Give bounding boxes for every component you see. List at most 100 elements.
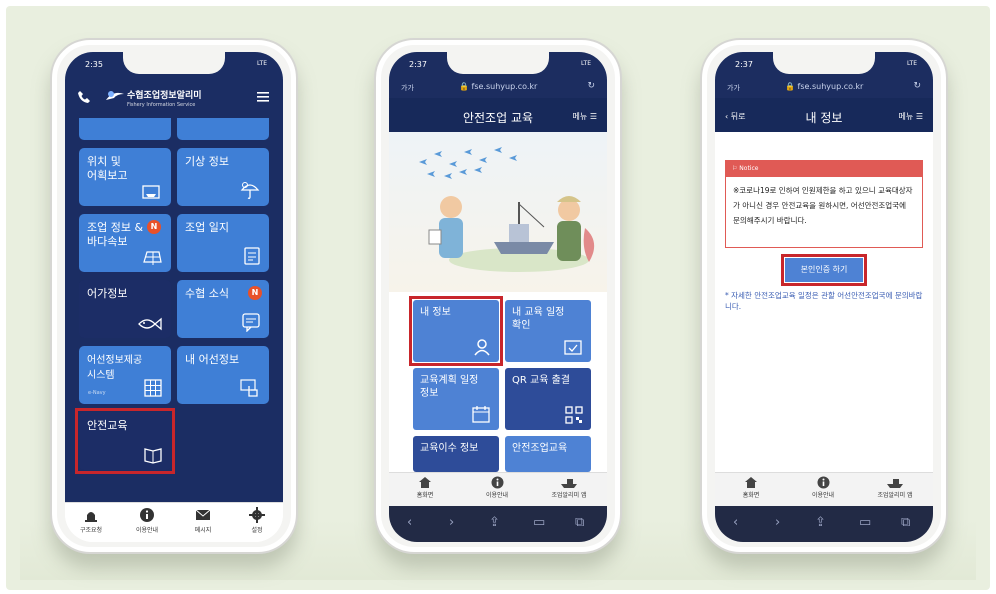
envelope-icon bbox=[195, 509, 211, 520]
tab-settings[interactable]: 설정 bbox=[235, 507, 279, 534]
tile-partial-right[interactable] bbox=[177, 118, 269, 140]
info-icon bbox=[817, 476, 829, 489]
tile-label: 어선정보제공 시스템 bbox=[87, 355, 143, 381]
status-network: LTE bbox=[581, 60, 591, 67]
tab-label: 설정 bbox=[251, 527, 263, 534]
qr-icon bbox=[565, 406, 583, 424]
footer-label: 홈화면 bbox=[416, 492, 434, 499]
calendar-icon bbox=[472, 406, 490, 423]
tile-my-schedule[interactable]: 내 교육 일정 확인 bbox=[505, 300, 591, 362]
menu-grid: 위치 및 어획보고 기상 정보 조업 정보 & 바다속보 N 조업 일지 어가정… bbox=[65, 118, 283, 502]
tile-location-report[interactable]: 위치 및 어획보고 bbox=[79, 148, 171, 206]
tile-label: 기상 정보 bbox=[185, 155, 229, 168]
tile-suhyup-news[interactable]: 수협 소식 N bbox=[177, 280, 269, 338]
grid-icon bbox=[144, 379, 162, 397]
forward-arrow-icon[interactable]: › bbox=[775, 515, 780, 530]
footer-app[interactable]: 조업알리미 앱 bbox=[865, 476, 925, 499]
tile-weather[interactable]: 기상 정보 bbox=[177, 148, 269, 206]
text-size-button[interactable]: 가가 bbox=[727, 83, 740, 93]
notice-body: ※코로나19로 인하여 인원제한을 하고 있으니 교육대상자가 아니신 경우 안… bbox=[733, 186, 913, 225]
browser-toolbar: ‹ › ⇪ ▭ ⧉ bbox=[715, 506, 933, 542]
tile-safety-education[interactable]: 안전조업교육 bbox=[505, 436, 591, 472]
app-logo-text: 수협조업정보알리미 Fishery Information Service bbox=[127, 88, 202, 108]
bookmarks-icon[interactable]: ▭ bbox=[533, 515, 545, 530]
forward-arrow-icon[interactable]: › bbox=[449, 515, 454, 530]
tab-rescue[interactable]: 구조요청 bbox=[69, 507, 113, 534]
status-network: LTE bbox=[907, 60, 917, 67]
new-badge: N bbox=[147, 220, 161, 234]
gear-icon bbox=[249, 507, 265, 523]
app-title: 수협조업정보알리미 bbox=[127, 91, 202, 101]
tile-fishing-log[interactable]: 조업 일지 bbox=[177, 214, 269, 272]
bottom-tab-bar: 구조요청 이용안내 메시지 설정 bbox=[65, 502, 283, 542]
tile-completion-info[interactable]: 교육이수 정보 bbox=[413, 436, 499, 472]
chat-icon bbox=[242, 313, 260, 332]
solar-panel-icon bbox=[143, 251, 162, 265]
footnote-text: * 자세한 안전조업교육 일정은 관할 어선안전조업국에 문의바랍니다. bbox=[725, 291, 923, 311]
tile-my-vessel-info[interactable]: 내 어선정보 bbox=[177, 346, 269, 404]
calendar-check-icon bbox=[564, 340, 582, 355]
tile-fish-price[interactable]: 어가정보 bbox=[79, 280, 171, 338]
menu-label: 메뉴 bbox=[572, 112, 588, 121]
tile-label: 수협 소식 bbox=[185, 287, 229, 300]
footer-guide[interactable]: 이용안내 bbox=[467, 476, 527, 499]
tile-fishing-info[interactable]: 조업 정보 & 바다속보 N bbox=[79, 214, 171, 272]
status-time: 2:37 bbox=[735, 60, 753, 69]
status-time: 2:35 bbox=[85, 60, 103, 69]
page-footer-nav: 홈화면 이용안내 조업알리미 앱 bbox=[715, 472, 933, 506]
browser-address-bar: 가가 🔒 fse.suhyup.co.kr ↻ bbox=[715, 76, 933, 98]
boat-report-icon bbox=[142, 185, 160, 199]
tab-label: 구조요청 bbox=[79, 527, 103, 534]
fish-icon bbox=[138, 317, 162, 331]
footer-app[interactable]: 조업알리미 앱 bbox=[539, 476, 599, 499]
page-header: ‹ 뒤로 내 정보 메뉴 ☰ bbox=[715, 98, 933, 132]
tabs-icon[interactable]: ⧉ bbox=[901, 515, 910, 530]
tile-vessel-info-system[interactable]: 어선정보제공 시스템 e-Navy bbox=[79, 346, 171, 404]
text-size-button[interactable]: 가가 bbox=[401, 83, 414, 93]
url-field[interactable]: 🔒 fse.suhyup.co.kr bbox=[459, 82, 537, 91]
share-icon[interactable]: ⇪ bbox=[489, 515, 500, 530]
menu-label: 메뉴 bbox=[898, 112, 914, 121]
tile-label: 위치 및 어획보고 bbox=[87, 155, 128, 182]
browser-toolbar: ‹ › ⇪ ▭ ⧉ bbox=[389, 506, 607, 542]
footer-guide[interactable]: 이용안내 bbox=[793, 476, 853, 499]
footer-label: 조업알리미 앱 bbox=[551, 492, 587, 499]
footer-home[interactable]: 홈화면 bbox=[395, 476, 455, 499]
tile-partial-left[interactable] bbox=[79, 118, 171, 140]
logo-icon bbox=[106, 91, 124, 100]
ship-icon bbox=[561, 479, 577, 488]
app-subtitle: Fishery Information Service bbox=[127, 102, 196, 108]
tile-label: 어가정보 bbox=[87, 287, 128, 300]
tabs-icon[interactable]: ⧉ bbox=[575, 515, 584, 530]
url-field[interactable]: 🔒 fse.suhyup.co.kr bbox=[785, 82, 863, 91]
tile-label: 교육계획 일정 정보 bbox=[420, 375, 479, 399]
umbrella-icon bbox=[240, 182, 260, 199]
tile-label: QR 교육 출결 bbox=[512, 375, 570, 386]
menu-button[interactable]: 메뉴 ☰ bbox=[573, 111, 597, 122]
menu-button[interactable]: 메뉴 ☰ bbox=[899, 111, 923, 122]
back-arrow-icon[interactable]: ‹ bbox=[407, 515, 412, 530]
reload-icon[interactable]: ↻ bbox=[587, 81, 595, 91]
status-network: LTE bbox=[257, 60, 267, 67]
info-icon bbox=[140, 508, 154, 522]
tile-education-plan[interactable]: 교육계획 일정 정보 bbox=[413, 368, 499, 430]
phone-2-screen: 2:37 LTE 가가 🔒 fse.suhyup.co.kr ↻ 안전조업 교육… bbox=[389, 52, 607, 542]
back-arrow-icon[interactable]: ‹ bbox=[733, 515, 738, 530]
reload-icon[interactable]: ↻ bbox=[913, 81, 921, 91]
footer-home[interactable]: 홈화면 bbox=[721, 476, 781, 499]
footer-label: 홈화면 bbox=[742, 492, 760, 499]
share-icon[interactable]: ⇪ bbox=[815, 515, 826, 530]
hamburger-menu-icon[interactable] bbox=[257, 92, 269, 102]
bookmarks-icon[interactable]: ▭ bbox=[859, 515, 871, 530]
siren-icon bbox=[85, 512, 97, 522]
new-badge: N bbox=[248, 286, 262, 300]
page-header: 안전조업 교육 메뉴 ☰ bbox=[389, 98, 607, 132]
tab-message[interactable]: 메시지 bbox=[181, 507, 225, 534]
tab-guide[interactable]: 이용안내 bbox=[125, 507, 169, 534]
tile-qr-attendance[interactable]: QR 교육 출결 bbox=[505, 368, 591, 430]
phone-call-icon[interactable] bbox=[77, 90, 91, 104]
tile-label: 조업 정보 & 바다속보 bbox=[87, 221, 144, 248]
phone-3: 2:37 LTE 가가 🔒 fse.suhyup.co.kr ↻ ‹ 뒤로 내 … bbox=[700, 38, 948, 554]
notch bbox=[447, 52, 549, 74]
journal-icon bbox=[244, 247, 260, 265]
